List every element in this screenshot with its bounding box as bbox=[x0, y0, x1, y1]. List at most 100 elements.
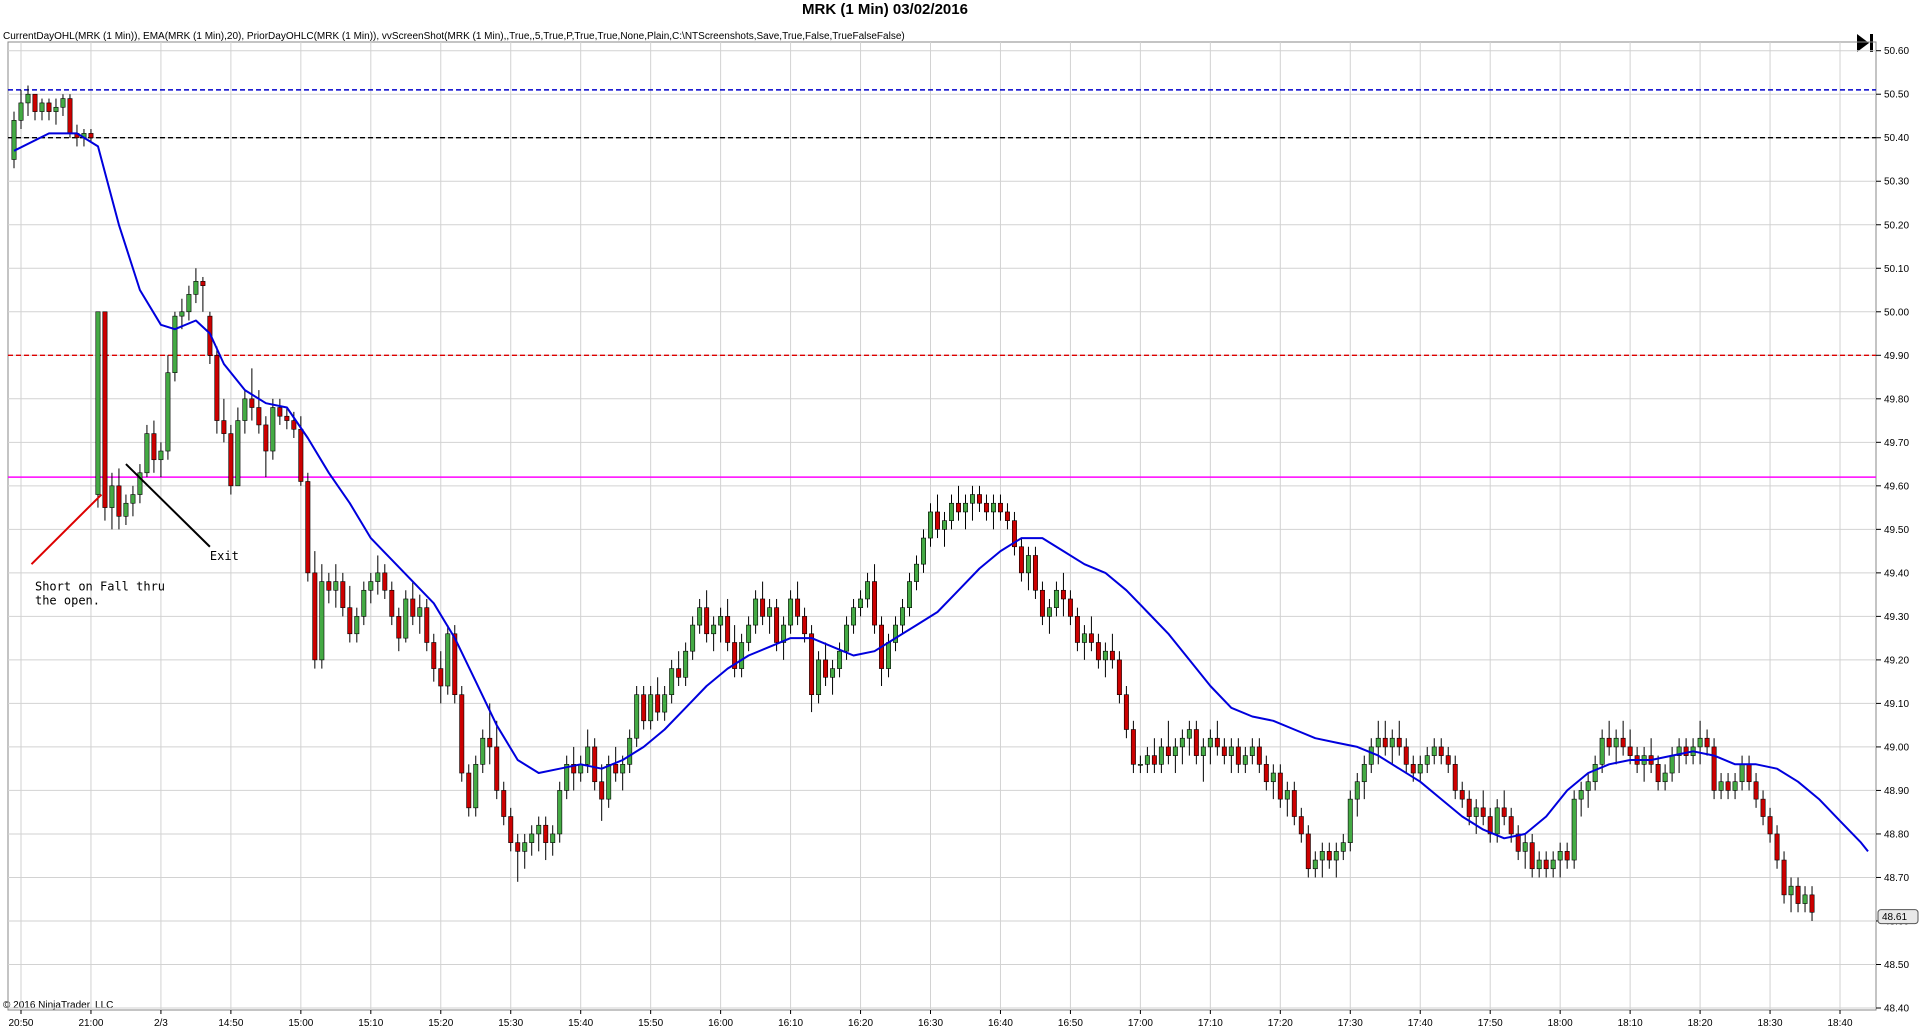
candle-down bbox=[977, 494, 982, 504]
candle-down bbox=[823, 659, 829, 678]
y-tick-label: 50.00 bbox=[1884, 307, 1909, 318]
y-tick-label: 50.20 bbox=[1884, 220, 1909, 231]
candle-up bbox=[333, 581, 339, 591]
chart-grid bbox=[7, 41, 1877, 1011]
x-tick-label: 17:40 bbox=[1408, 1018, 1433, 1029]
y-tick-label: 48.90 bbox=[1884, 786, 1909, 797]
candle-up bbox=[473, 764, 479, 809]
candle-up bbox=[837, 650, 843, 669]
candle-down bbox=[305, 481, 311, 574]
candle-up bbox=[536, 824, 542, 835]
short-annotation-line: the open. bbox=[35, 593, 100, 607]
candle-up bbox=[11, 120, 17, 160]
candle-down bbox=[1459, 790, 1465, 800]
candle-up bbox=[1361, 764, 1367, 783]
x-tick-label: 15:00 bbox=[288, 1018, 313, 1029]
candle-down bbox=[1298, 816, 1304, 835]
candle-up bbox=[123, 502, 129, 517]
x-tick-label: 18:40 bbox=[1827, 1018, 1852, 1029]
candle-up bbox=[1578, 790, 1584, 800]
y-tick-label: 49.00 bbox=[1884, 742, 1909, 753]
candle-down bbox=[1466, 798, 1472, 817]
candle-down bbox=[277, 407, 283, 417]
candle-up bbox=[1200, 746, 1206, 756]
candle-down bbox=[228, 433, 234, 487]
y-tick-label: 49.40 bbox=[1884, 568, 1909, 579]
x-tick-label: 16:20 bbox=[848, 1018, 873, 1029]
x-tick-label: 15:10 bbox=[358, 1018, 383, 1029]
candle-up bbox=[697, 607, 703, 626]
candle-up bbox=[1375, 737, 1381, 748]
candle-down bbox=[1725, 781, 1731, 791]
candle-up bbox=[606, 764, 612, 800]
y-tick-label: 50.40 bbox=[1884, 133, 1909, 144]
candle-down bbox=[1221, 746, 1227, 756]
candle-up bbox=[690, 624, 696, 652]
candle-down bbox=[543, 824, 549, 843]
candle-up bbox=[417, 607, 423, 617]
candle-up bbox=[130, 494, 136, 504]
candle-up bbox=[1669, 755, 1675, 774]
candle-down bbox=[151, 433, 157, 461]
candle-down bbox=[46, 102, 52, 112]
candle-up bbox=[1179, 737, 1185, 748]
candle-down bbox=[1753, 781, 1759, 800]
candle-up bbox=[354, 616, 360, 635]
candle-up bbox=[25, 93, 31, 104]
candle-up bbox=[634, 694, 640, 739]
candle-down bbox=[1074, 616, 1080, 643]
candle-up bbox=[928, 511, 933, 539]
candle-down bbox=[1445, 755, 1451, 765]
price-chart[interactable]: Short on Fall thru the open.Exit 50.6050.… bbox=[0, 0, 1920, 1034]
candle-down bbox=[249, 398, 255, 408]
candle-down bbox=[102, 311, 108, 508]
y-tick-label: 50.10 bbox=[1884, 264, 1909, 275]
candle-up bbox=[1739, 764, 1745, 783]
candle-down bbox=[326, 581, 332, 591]
y-tick-label: 49.80 bbox=[1884, 394, 1909, 405]
candle-down bbox=[676, 668, 682, 678]
candle-up bbox=[1354, 781, 1360, 800]
candle-up bbox=[1340, 842, 1346, 852]
candle-down bbox=[1396, 737, 1402, 748]
candle-up bbox=[1172, 746, 1178, 756]
candle-up bbox=[711, 624, 717, 635]
candle-down bbox=[760, 598, 766, 617]
candle-down bbox=[501, 790, 507, 817]
candle-up bbox=[1599, 737, 1605, 765]
candle-down bbox=[725, 616, 731, 643]
candle-down bbox=[515, 842, 521, 852]
candle-up bbox=[627, 737, 633, 765]
candle-down bbox=[1620, 737, 1626, 748]
candle-up bbox=[1662, 772, 1668, 783]
candle-down bbox=[1767, 816, 1773, 835]
candle-up bbox=[1368, 746, 1374, 765]
candle-up bbox=[319, 581, 325, 661]
candle-down bbox=[1193, 729, 1199, 756]
candle-down bbox=[424, 607, 430, 643]
candle-down bbox=[291, 420, 297, 430]
candle-down bbox=[298, 428, 304, 482]
candle-down bbox=[312, 572, 318, 661]
candle-up bbox=[1207, 737, 1213, 748]
candle-up bbox=[1424, 755, 1430, 765]
candle-up bbox=[1718, 781, 1724, 791]
candle-down bbox=[1067, 598, 1073, 617]
x-tick-label: 14:50 bbox=[218, 1018, 243, 1029]
candlesticks bbox=[11, 85, 1815, 921]
candle-down bbox=[1627, 746, 1633, 756]
x-tick-label: 15:30 bbox=[498, 1018, 523, 1029]
candle-down bbox=[438, 668, 444, 687]
candle-up bbox=[172, 315, 178, 374]
candle-down bbox=[1452, 764, 1458, 791]
candle-down bbox=[1256, 746, 1262, 765]
candle-up bbox=[1158, 746, 1164, 765]
candle-up bbox=[921, 537, 926, 565]
candle-down bbox=[1438, 746, 1444, 756]
candle-down bbox=[984, 502, 989, 513]
candle-down bbox=[1214, 737, 1220, 748]
candle-down bbox=[1774, 833, 1780, 861]
candle-up bbox=[165, 372, 171, 452]
candle-down bbox=[1683, 746, 1689, 756]
candle-down bbox=[1039, 589, 1045, 617]
